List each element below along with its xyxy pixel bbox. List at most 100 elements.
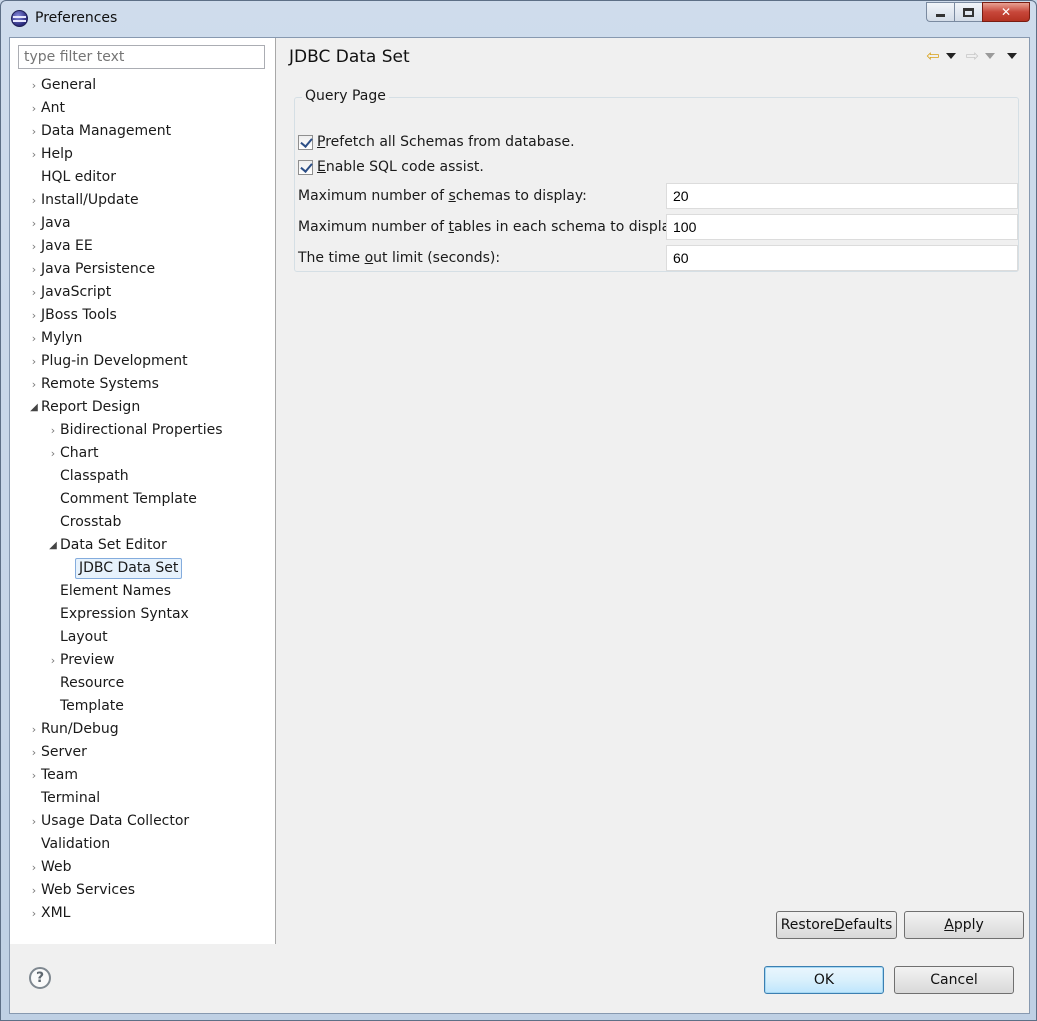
tree-item[interactable]: › JBoss Tools bbox=[10, 304, 275, 327]
collapsed-arrow-icon[interactable]: › bbox=[28, 143, 40, 166]
close-button[interactable]: ✕ bbox=[982, 2, 1030, 22]
tree-item-label: Remote Systems bbox=[41, 376, 159, 392]
help-icon[interactable]: ? bbox=[29, 967, 51, 989]
tree-item[interactable]: › Web bbox=[10, 856, 275, 879]
tree-item[interactable]: Terminal bbox=[10, 787, 275, 810]
tree-item[interactable]: › Web Services bbox=[10, 879, 275, 902]
minimize-button[interactable] bbox=[926, 2, 954, 22]
prefetch-schemas-checkbox[interactable]: Prefetch all Schemas from database. bbox=[298, 134, 575, 150]
collapsed-arrow-icon[interactable]: › bbox=[28, 902, 40, 925]
ok-button[interactable]: OK bbox=[764, 966, 884, 994]
tree-item[interactable]: JDBC Data Set bbox=[10, 557, 275, 580]
collapsed-arrow-icon[interactable]: › bbox=[28, 373, 40, 396]
tree-item[interactable]: HQL editor bbox=[10, 166, 275, 189]
collapsed-arrow-icon[interactable]: › bbox=[28, 281, 40, 304]
tree-item[interactable]: › Usage Data Collector bbox=[10, 810, 275, 833]
tree-item[interactable]: › Run/Debug bbox=[10, 718, 275, 741]
tree-item[interactable]: Layout bbox=[10, 626, 275, 649]
tree-item[interactable]: Classpath bbox=[10, 465, 275, 488]
tree-item-label: JBoss Tools bbox=[41, 307, 117, 323]
expanded-arrow-icon[interactable]: ◢ bbox=[47, 534, 59, 557]
tree-item[interactable]: › Java bbox=[10, 212, 275, 235]
forward-arrow-icon[interactable]: ⇨ bbox=[966, 48, 979, 64]
collapsed-arrow-icon[interactable]: › bbox=[28, 350, 40, 373]
tree-item-label: Install/Update bbox=[41, 192, 139, 208]
expanded-arrow-icon[interactable]: ◢ bbox=[28, 396, 40, 419]
tree-item[interactable]: › Bidirectional Properties bbox=[10, 419, 275, 442]
tree-item[interactable]: › Preview bbox=[10, 649, 275, 672]
collapsed-arrow-icon[interactable]: › bbox=[28, 74, 40, 97]
tree-item-label: Server bbox=[41, 744, 87, 760]
preference-page: JDBC Data Set ⇦ ⇨ Query Page Prefetch al… bbox=[277, 38, 1029, 944]
tree-item[interactable]: › JavaScript bbox=[10, 281, 275, 304]
tree-item[interactable]: › Data Management bbox=[10, 120, 275, 143]
tree-item[interactable]: › Mylyn bbox=[10, 327, 275, 350]
timeout-input[interactable] bbox=[666, 245, 1018, 271]
tree-item[interactable]: Resource bbox=[10, 672, 275, 695]
tree-item[interactable]: Template bbox=[10, 695, 275, 718]
collapsed-arrow-icon[interactable]: › bbox=[28, 120, 40, 143]
tree-item[interactable]: › General bbox=[10, 74, 275, 97]
collapsed-arrow-icon[interactable]: › bbox=[28, 212, 40, 235]
tree-item[interactable]: Element Names bbox=[10, 580, 275, 603]
max-tables-input[interactable] bbox=[666, 214, 1018, 240]
tree-item[interactable]: Crosstab bbox=[10, 511, 275, 534]
title-bar[interactable]: Preferences ✕ bbox=[1, 1, 1036, 37]
collapsed-arrow-icon[interactable]: › bbox=[47, 419, 59, 442]
collapsed-arrow-icon[interactable]: › bbox=[28, 327, 40, 350]
tree-item[interactable]: › XML bbox=[10, 902, 275, 925]
tree-item[interactable]: ◢ Data Set Editor bbox=[10, 534, 275, 557]
collapsed-arrow-icon[interactable]: › bbox=[28, 97, 40, 120]
tree-item[interactable]: Expression Syntax bbox=[10, 603, 275, 626]
tree-item-label: Help bbox=[41, 146, 73, 162]
checkbox-checked-icon[interactable] bbox=[298, 159, 313, 175]
tree-item[interactable]: › Remote Systems bbox=[10, 373, 275, 396]
tree-item-label: JDBC Data Set bbox=[75, 558, 183, 579]
group-title: Query Page bbox=[302, 88, 389, 104]
collapsed-arrow-icon[interactable]: › bbox=[28, 741, 40, 764]
tree-item[interactable]: › Install/Update bbox=[10, 189, 275, 212]
collapsed-arrow-icon[interactable]: › bbox=[28, 856, 40, 879]
back-arrow-icon[interactable]: ⇦ bbox=[926, 48, 939, 64]
collapsed-arrow-icon[interactable]: › bbox=[47, 649, 59, 672]
collapsed-arrow-icon[interactable]: › bbox=[28, 304, 40, 327]
forward-dropdown-icon[interactable] bbox=[985, 53, 995, 59]
sql-code-assist-checkbox[interactable]: Enable SQL code assist. bbox=[298, 159, 484, 175]
back-dropdown-icon[interactable] bbox=[945, 53, 956, 59]
filter-input[interactable] bbox=[18, 45, 265, 69]
tree-item[interactable]: › Ant bbox=[10, 97, 275, 120]
view-menu-icon[interactable] bbox=[1007, 53, 1017, 59]
tree-item[interactable]: › Team bbox=[10, 764, 275, 787]
max-schemas-input[interactable] bbox=[666, 183, 1018, 209]
window-title: Preferences bbox=[35, 10, 118, 26]
collapsed-arrow-icon[interactable]: › bbox=[28, 764, 40, 787]
restore-defaults-button[interactable]: Restore Defaults bbox=[776, 911, 897, 939]
collapsed-arrow-icon[interactable]: › bbox=[28, 718, 40, 741]
tree-item[interactable]: › Help bbox=[10, 143, 275, 166]
tree-item[interactable]: Comment Template bbox=[10, 488, 275, 511]
collapsed-arrow-icon[interactable]: › bbox=[47, 442, 59, 465]
preferences-tree-pane: ›General›Ant›Data Management›HelpHQL edi… bbox=[10, 38, 276, 944]
tree-item[interactable]: › Chart bbox=[10, 442, 275, 465]
tree-item-label: Plug-in Development bbox=[41, 353, 188, 369]
collapsed-arrow-icon[interactable]: › bbox=[28, 258, 40, 281]
tree-item[interactable]: › Plug-in Development bbox=[10, 350, 275, 373]
tree-item-label: Crosstab bbox=[60, 514, 122, 530]
collapsed-arrow-icon[interactable]: › bbox=[28, 810, 40, 833]
tree-item[interactable]: ◢ Report Design bbox=[10, 396, 275, 419]
tree-item-label: Validation bbox=[41, 836, 111, 852]
tree-item[interactable]: › Java Persistence bbox=[10, 258, 275, 281]
tree-item[interactable]: › Server bbox=[10, 741, 275, 764]
tree-item-label: Web bbox=[41, 859, 72, 875]
tree-item[interactable]: › Java EE bbox=[10, 235, 275, 258]
collapsed-arrow-icon[interactable]: › bbox=[28, 879, 40, 902]
cancel-button[interactable]: Cancel bbox=[894, 966, 1014, 994]
max-schemas-label: Maximum number of schemas to display: bbox=[298, 188, 587, 204]
checkbox-checked-icon[interactable] bbox=[298, 134, 313, 150]
query-page-group: Query Page Prefetch all Schemas from dat… bbox=[294, 88, 1019, 272]
maximize-button[interactable] bbox=[954, 2, 982, 22]
collapsed-arrow-icon[interactable]: › bbox=[28, 235, 40, 258]
collapsed-arrow-icon[interactable]: › bbox=[28, 189, 40, 212]
apply-button[interactable]: Apply bbox=[904, 911, 1024, 939]
tree-item[interactable]: Validation bbox=[10, 833, 275, 856]
